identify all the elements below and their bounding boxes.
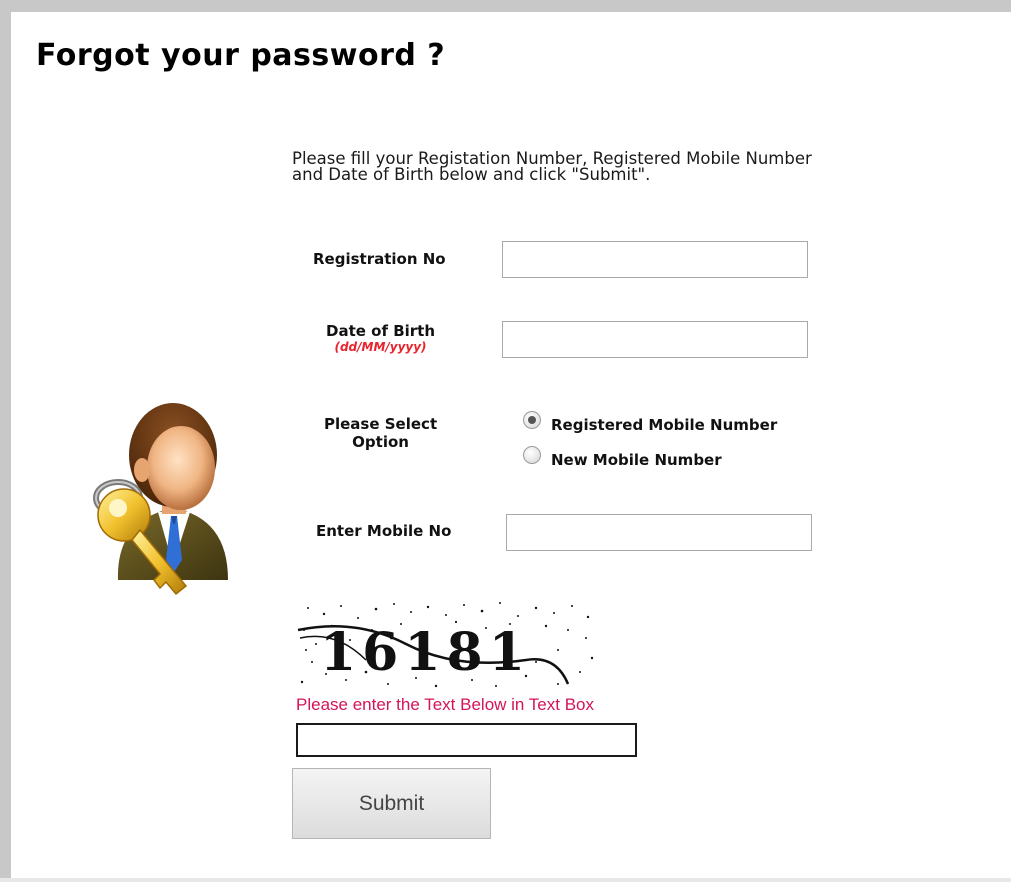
mobile-input[interactable] bbox=[506, 514, 812, 551]
option-label: Please Select Option bbox=[324, 415, 437, 451]
user-with-key-icon bbox=[93, 403, 228, 596]
radio-button[interactable] bbox=[523, 446, 541, 464]
submit-button[interactable]: Submit bbox=[292, 768, 491, 839]
instructions-line-2: and Date of Birth below and click "Submi… bbox=[292, 165, 651, 184]
dob-label-group: Date of Birth (dd/MM/yyyy) bbox=[326, 322, 435, 354]
option-label-line-1: Please Select bbox=[324, 415, 438, 433]
radio-registered-mobile[interactable]: Registered Mobile Number bbox=[523, 406, 777, 434]
mobile-label: Enter Mobile No bbox=[316, 522, 452, 540]
captcha-hint: Please enter the Text Below in Text Box bbox=[296, 695, 594, 714]
page-title: Forgot your password ? bbox=[36, 38, 446, 73]
registration-input[interactable] bbox=[502, 241, 808, 278]
dob-input[interactable] bbox=[502, 321, 808, 358]
dob-format-hint: (dd/MM/yyyy) bbox=[334, 340, 427, 354]
captcha-image: 16181 bbox=[296, 600, 596, 690]
radio-registered-mobile-label: Registered Mobile Number bbox=[551, 416, 778, 434]
registration-label: Registration No bbox=[313, 250, 446, 268]
captcha-text: 16181 bbox=[320, 622, 531, 683]
radio-new-mobile-label: New Mobile Number bbox=[551, 451, 722, 469]
option-label-line-2: Option bbox=[352, 433, 409, 451]
captcha-input[interactable] bbox=[296, 723, 637, 757]
window-border-bottom bbox=[0, 878, 1011, 882]
window-border-left bbox=[0, 0, 11, 882]
dob-label: Date of Birth bbox=[326, 322, 436, 340]
window-border-top bbox=[0, 0, 1011, 12]
radio-button-checked[interactable] bbox=[523, 411, 541, 429]
instructions-text: Please fill your Registation Number, Reg… bbox=[292, 150, 992, 184]
forgot-password-page: Forgot your password ? Please fill your … bbox=[0, 0, 1011, 882]
radio-new-mobile[interactable]: New Mobile Number bbox=[523, 441, 722, 469]
